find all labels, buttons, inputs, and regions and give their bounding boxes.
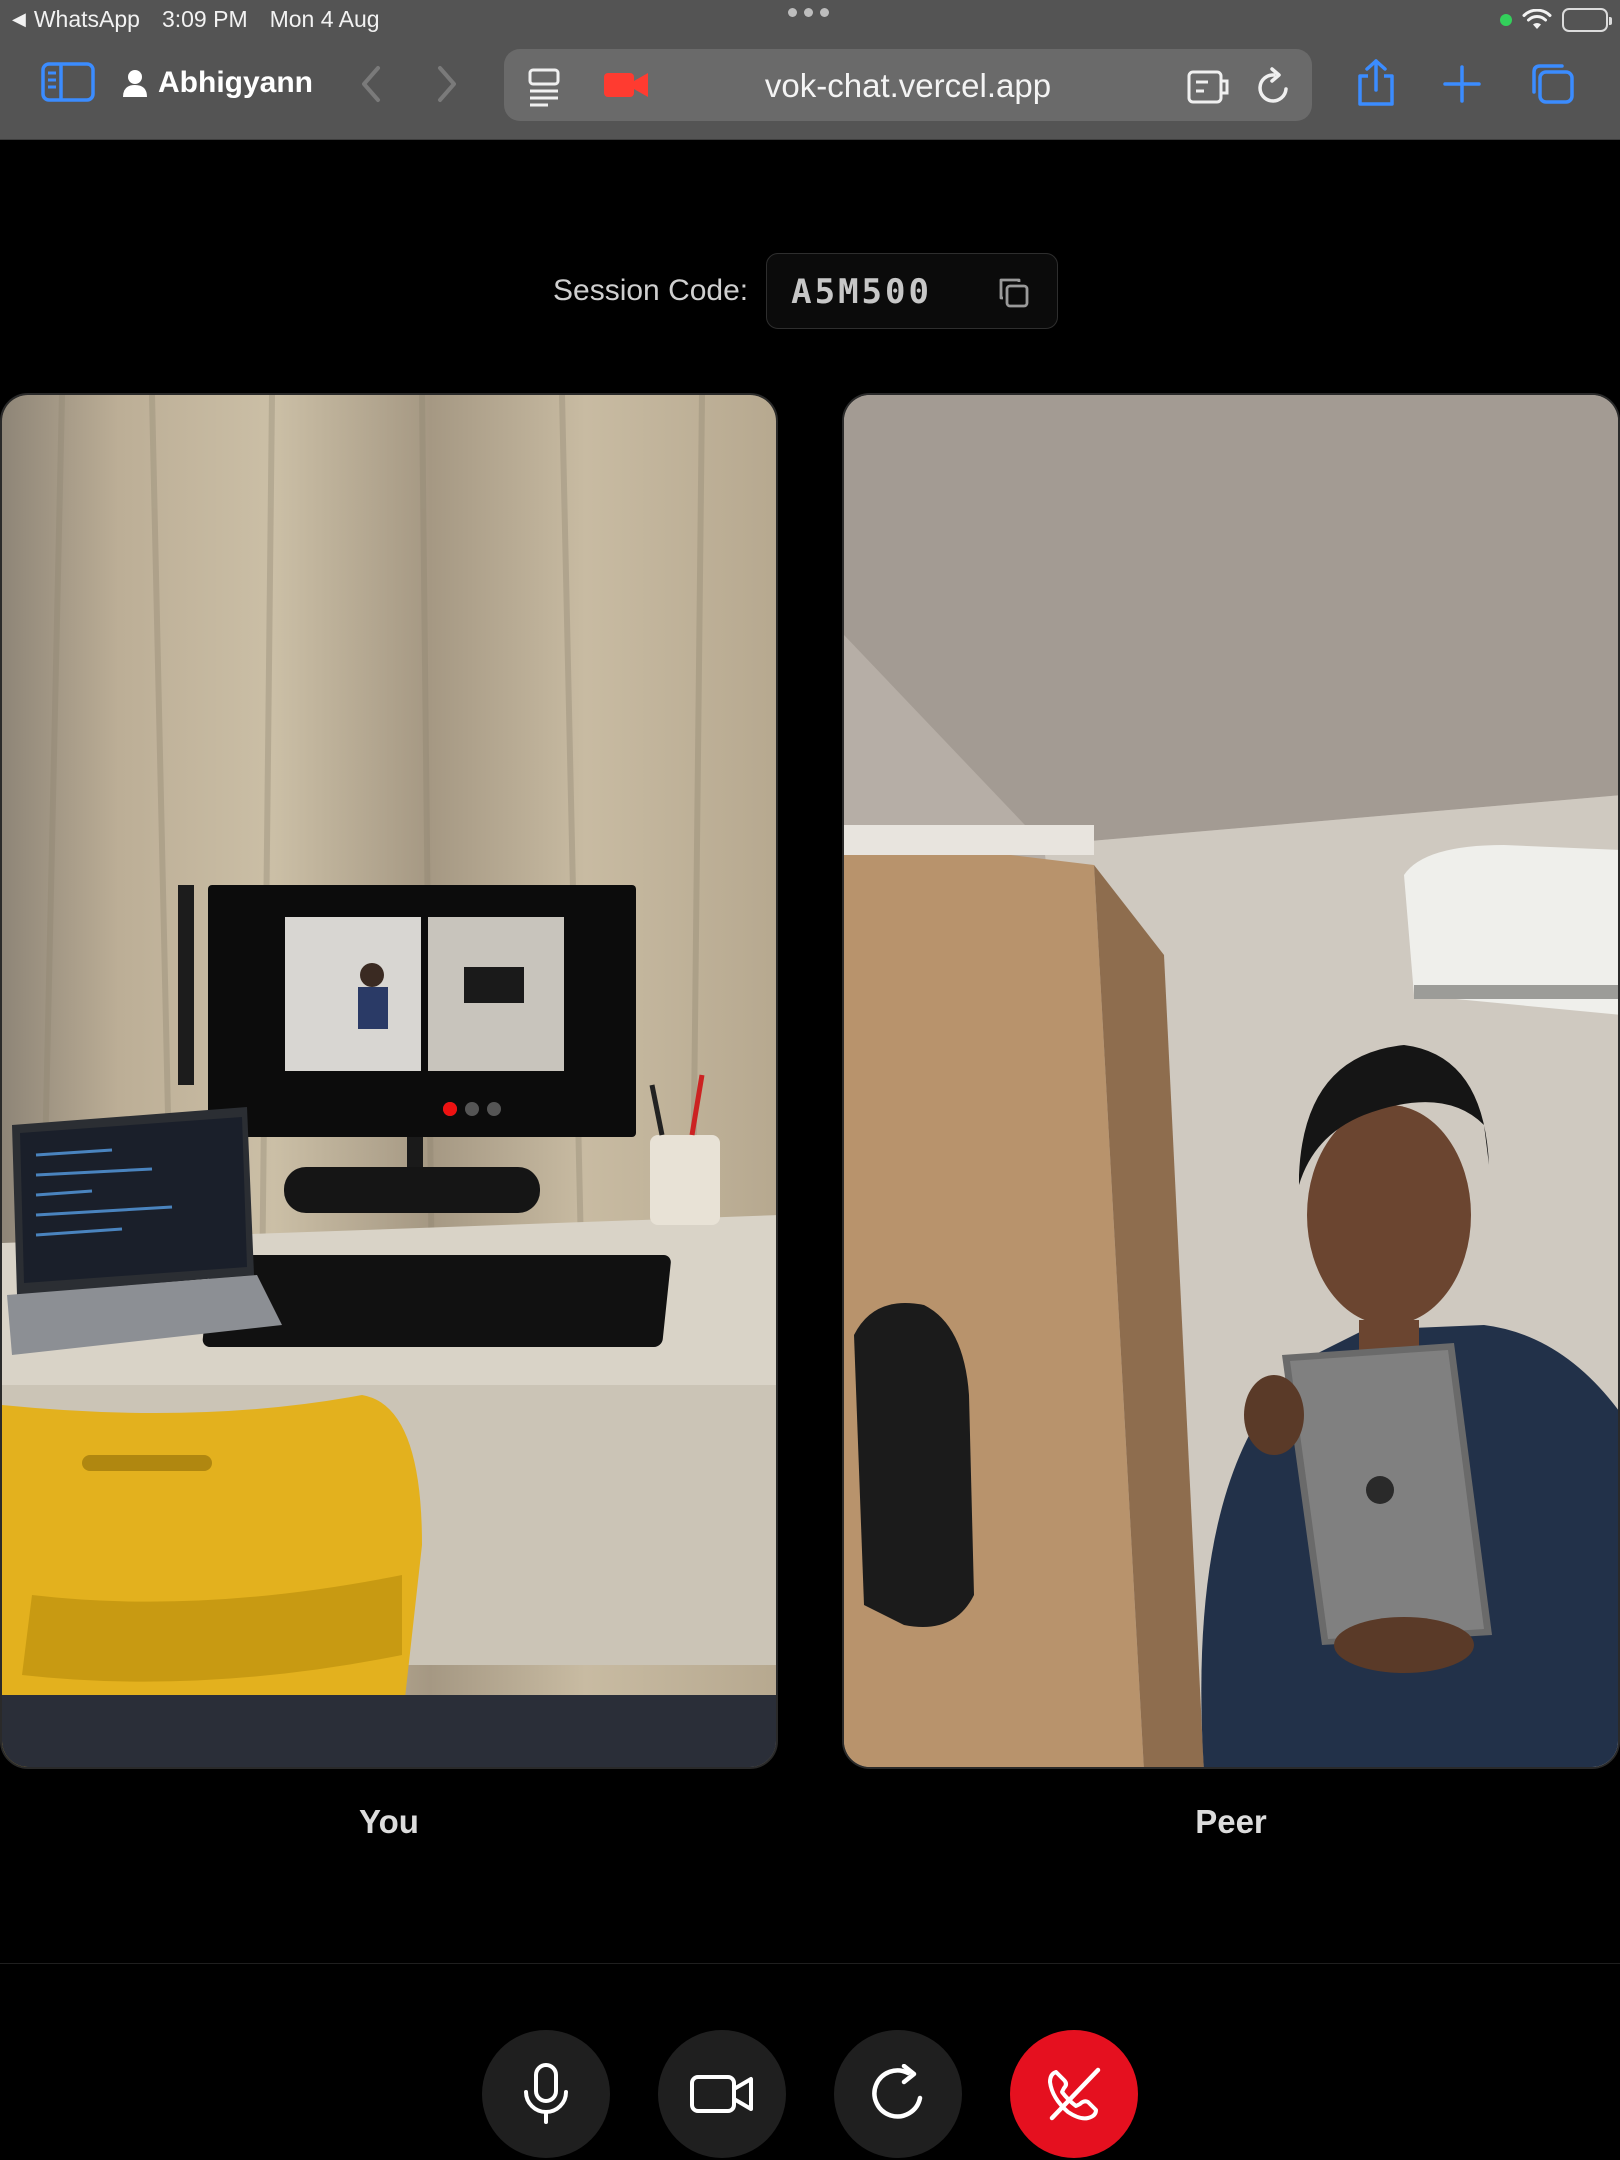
remote-video: [842, 393, 1620, 1769]
address-bar[interactable]: vok-chat.vercel.app: [504, 49, 1312, 121]
reload-icon[interactable]: [1256, 67, 1292, 105]
status-date: Mon 4 Aug: [269, 6, 380, 32]
back-arrow-icon: ◀: [12, 9, 26, 29]
microphone-icon: [524, 2063, 568, 2124]
share-icon[interactable]: [1354, 58, 1398, 108]
local-video: [0, 393, 778, 1769]
back-icon[interactable]: [356, 64, 386, 104]
camera-toggle-button[interactable]: [658, 2030, 786, 2158]
end-call-icon: [1048, 2067, 1101, 2121]
wifi-icon: [1522, 9, 1552, 29]
controls-divider: [0, 1963, 1620, 1964]
browser-toolbar: Abhigyann vok-chat.vercel.app: [0, 44, 1620, 128]
end-call-button[interactable]: [1010, 2030, 1138, 2158]
copy-icon[interactable]: [997, 276, 1031, 315]
profile-name: Abhigyann: [158, 66, 313, 99]
sidebar-icon[interactable]: [40, 60, 96, 104]
person-icon: [123, 70, 147, 97]
mute-button[interactable]: [482, 2030, 610, 2158]
extension-icon[interactable]: [1186, 69, 1230, 105]
forward-icon[interactable]: [432, 64, 462, 104]
back-app-label: WhatsApp: [33, 6, 140, 32]
browser-chrome: ◀ WhatsApp 3:09 PM Mon 4 Aug Abhigyann v…: [0, 0, 1620, 140]
camera-icon: [690, 2075, 753, 2113]
switch-camera-button[interactable]: [834, 2030, 962, 2158]
new-tab-icon[interactable]: [1442, 64, 1482, 104]
session-code-box: A5M500: [766, 253, 1059, 329]
status-time: 3:09 PM: [161, 6, 248, 32]
camera-indicator-icon: [1500, 14, 1512, 26]
session-code-value: A5M500: [791, 272, 932, 312]
session-code-label: Session Code:: [553, 274, 749, 307]
profile-button[interactable]: Abhigyann: [122, 66, 313, 100]
back-to-app[interactable]: ◀ WhatsApp: [12, 6, 140, 33]
multitasking-dots[interactable]: [788, 8, 829, 17]
remote-video-label: Peer: [1195, 1803, 1267, 1840]
tabs-icon[interactable]: [1528, 62, 1576, 106]
status-bar: ◀ WhatsApp 3:09 PM Mon 4 Aug: [0, 0, 1620, 40]
battery-icon: [1562, 8, 1612, 32]
session-code-row: Session Code: A5M500: [553, 253, 1059, 329]
local-video-label: You: [359, 1803, 419, 1840]
switch-camera-icon: [872, 2064, 923, 2119]
